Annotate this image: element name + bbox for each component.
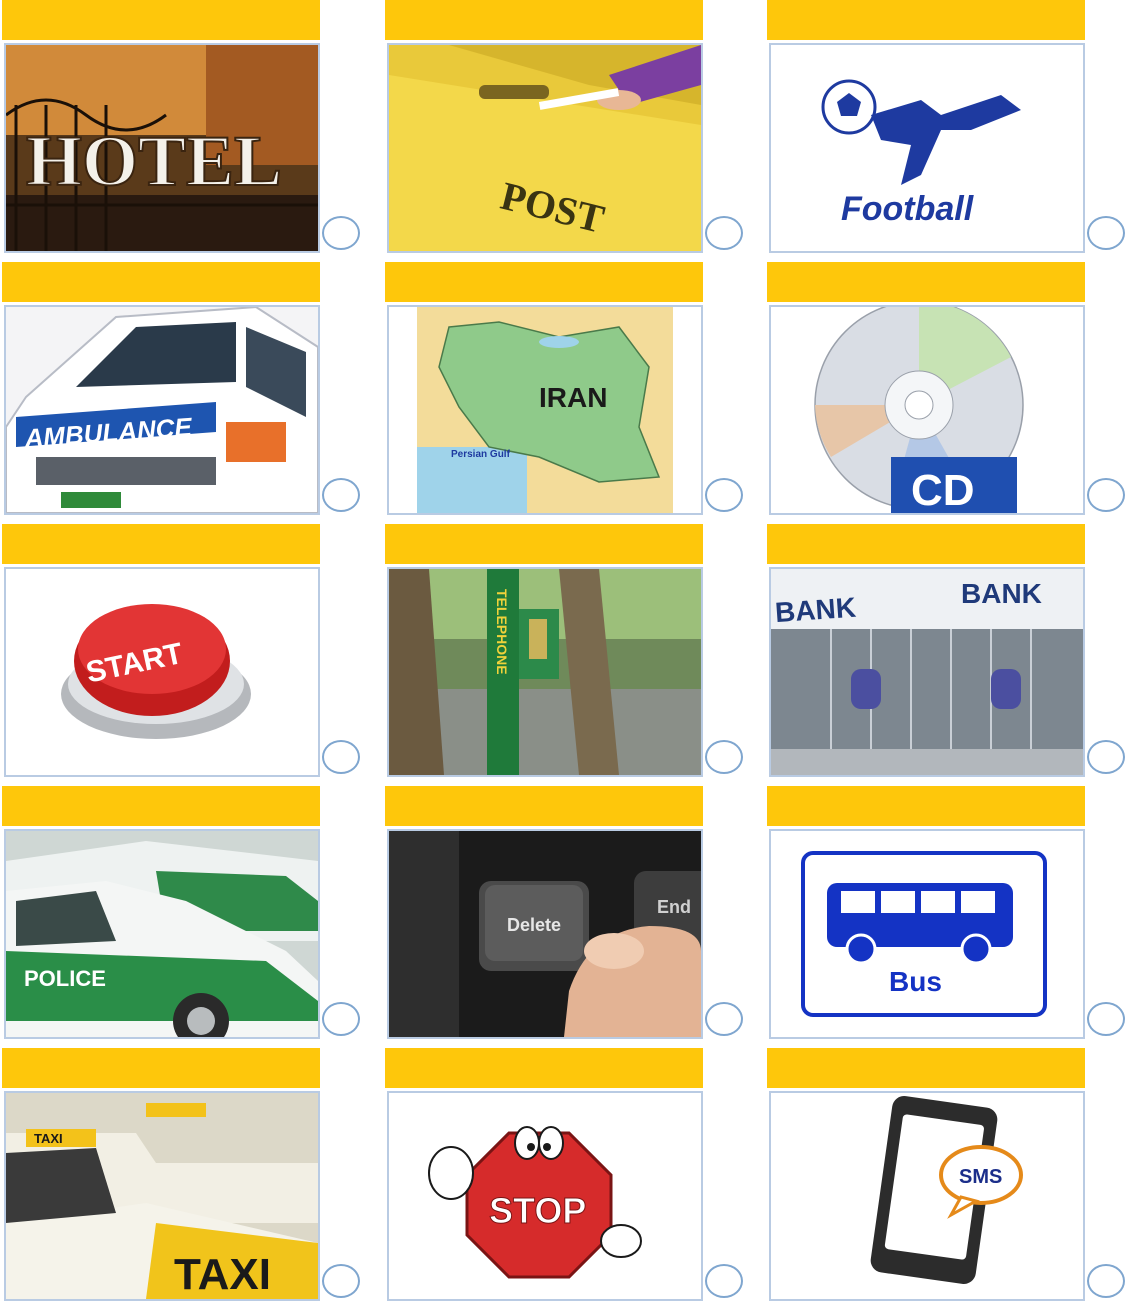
card-stop: STOP (385, 1048, 745, 1310)
answer-circle[interactable] (322, 216, 360, 250)
answer-circle[interactable] (1087, 216, 1125, 250)
ambulance-image: AMBULANCE (4, 305, 320, 515)
telephone-image: TELEPHONE (387, 567, 703, 777)
card-cd: CD (767, 262, 1127, 524)
sms-phone-image: SMS (769, 1091, 1085, 1301)
answer-circle[interactable] (705, 478, 743, 512)
end-key-label: End (657, 897, 691, 917)
answer-circle[interactable] (705, 216, 743, 250)
taxi-sign-large: TAXI (174, 1250, 271, 1299)
card-sms: SMS (767, 1048, 1127, 1310)
post-image: POST (387, 43, 703, 253)
card-post: POST (385, 0, 745, 262)
answer-circle[interactable] (322, 478, 360, 512)
card-iran: IRAN Persian Gulf (385, 262, 745, 524)
delete-key-image: Delete End (387, 829, 703, 1039)
iran-label: IRAN (539, 382, 607, 413)
title-bar (385, 262, 703, 302)
title-bar (2, 786, 320, 826)
title-bar (767, 262, 1085, 302)
title-bar (385, 786, 703, 826)
card-football: Football (767, 0, 1127, 262)
answer-circle[interactable] (322, 1002, 360, 1036)
card-ambulance: AMBULANCE (2, 262, 362, 524)
bank-text-right: BANK (961, 578, 1042, 609)
delete-key-label: Delete (507, 915, 561, 935)
answer-circle[interactable] (705, 1264, 743, 1298)
card-bank: BANK BANK (767, 524, 1127, 786)
football-image: Football (769, 43, 1085, 253)
stop-sign-image: STOP (387, 1091, 703, 1301)
gulf-label: Persian Gulf (451, 449, 511, 460)
card-taxi: TAXI TAXI (2, 1048, 362, 1310)
title-bar (2, 1048, 320, 1088)
stop-text: STOP (489, 1190, 586, 1231)
card-police: POLICE (2, 786, 362, 1048)
title-bar (385, 524, 703, 564)
title-bar (767, 524, 1085, 564)
police-image: POLICE (4, 829, 320, 1039)
cd-image: CD (769, 305, 1085, 515)
title-bar (767, 786, 1085, 826)
cd-label: CD (911, 466, 975, 513)
card-hotel: HOTEL (2, 0, 362, 262)
answer-circle[interactable] (1087, 1264, 1125, 1298)
taxi-image: TAXI TAXI (4, 1091, 320, 1301)
title-bar (767, 0, 1085, 40)
answer-circle[interactable] (1087, 1002, 1125, 1036)
hotel-image: HOTEL (4, 43, 320, 253)
card-bus: Bus (767, 786, 1127, 1048)
bus-text: Bus (889, 966, 942, 997)
hotel-sign: HOTEL (26, 121, 282, 201)
answer-circle[interactable] (1087, 478, 1125, 512)
telephone-text: TELEPHONE (494, 589, 510, 675)
card-start: START (2, 524, 362, 786)
title-bar (2, 262, 320, 302)
title-bar (2, 524, 320, 564)
sms-text: SMS (959, 1166, 1002, 1188)
answer-circle[interactable] (705, 740, 743, 774)
answer-circle[interactable] (1087, 740, 1125, 774)
title-bar (767, 1048, 1085, 1088)
bus-sign-image: Bus (769, 829, 1085, 1039)
bank-image: BANK BANK (769, 567, 1085, 777)
answer-circle[interactable] (322, 740, 360, 774)
title-bar (385, 0, 703, 40)
football-text: Football (841, 190, 975, 228)
iran-map-image: IRAN Persian Gulf (387, 305, 703, 515)
card-telephone: TELEPHONE (385, 524, 745, 786)
police-text: POLICE (24, 966, 106, 991)
title-bar (385, 1048, 703, 1088)
answer-circle[interactable] (705, 1002, 743, 1036)
answer-circle[interactable] (322, 1264, 360, 1298)
taxi-sign-small: TAXI (34, 1131, 63, 1146)
card-delete: Delete End (385, 786, 745, 1048)
bank-text-left: BANK (774, 592, 857, 629)
title-bar (2, 0, 320, 40)
start-button-image: START (4, 567, 320, 777)
